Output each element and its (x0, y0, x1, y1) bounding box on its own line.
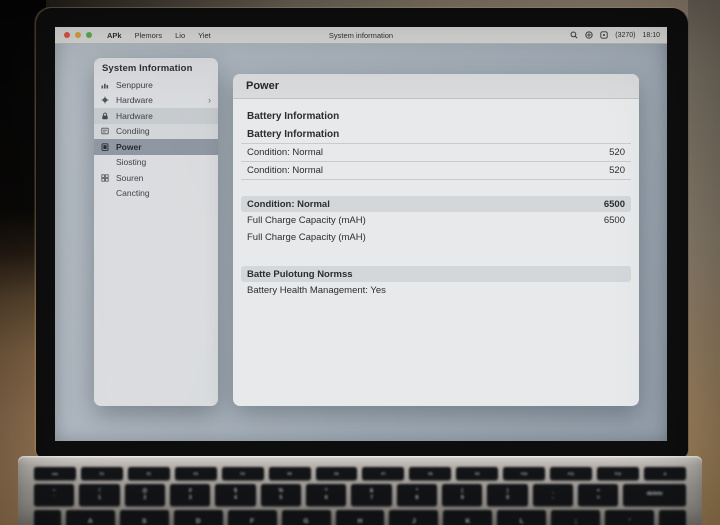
status-text[interactable]: (3270) (615, 32, 635, 39)
keyboard-key: F10 (503, 467, 545, 480)
search-icon[interactable] (570, 31, 578, 39)
keyboard-key: ! 1 (79, 484, 119, 506)
keyboard-key: delete (623, 484, 686, 506)
info-row: Battery Health Management: Yes (241, 282, 631, 299)
keyboard-key: L (497, 510, 546, 525)
sidebar-item-label: Siosting (116, 157, 146, 167)
keyboard-key: % 5 (261, 484, 301, 506)
keyboard-key (34, 510, 61, 525)
sidebar-item-label: Hardware (116, 111, 153, 121)
desktop: System Information Senppure Hardware › (55, 43, 667, 441)
keyboard-key: S (120, 510, 169, 525)
lock-icon (101, 112, 111, 120)
panel-title: Power (233, 74, 639, 99)
battery-icon (101, 143, 111, 151)
keyboard-key: F3 (175, 467, 217, 480)
laptop-photo: APk Plemors Lio Yiet System information … (0, 0, 720, 525)
keyboard-key: F (228, 510, 277, 525)
highlighted-info-row: Condition: Normal6500 (241, 196, 631, 212)
keyboard-key: F11 (550, 467, 592, 480)
keyboard-key: ^ 6 (306, 484, 346, 506)
menu-bar: APk Plemors Lio Yiet System information … (55, 27, 667, 44)
keyboard-key: ( 9 (442, 484, 482, 506)
sidebar-item-label: Condiing (116, 126, 150, 136)
system-information-sidebar: System Information Senppure Hardware › (94, 58, 218, 406)
info-row: Condition: Normal520 (241, 161, 631, 180)
sidebar-item-hardware-2[interactable]: Hardware (94, 108, 218, 124)
sidebar-item-cancting[interactable]: Cancting (94, 186, 218, 202)
keyboard-key: F2 (128, 467, 170, 480)
sidebar-item-label: Souren (116, 173, 143, 183)
laptop-base: esc F1 F2 F3 F4 F5 F6 F7 F8 F9 F10 F11 F12 ⊙ ~ `! 1 @ 2… (18, 456, 702, 525)
menu-item-2[interactable]: Yiet (198, 31, 211, 40)
keyboard-key: F9 (456, 467, 498, 480)
keyboard-key: G (282, 510, 331, 525)
info-row: Full Charge Capacity (mAH)6500 (241, 212, 631, 229)
menu-item-1[interactable]: Lio (175, 31, 185, 40)
keyboard-key: F7 (362, 467, 404, 480)
sidebar-item-hardware-1[interactable]: Hardware › (94, 93, 218, 109)
sidebar-item-condiing[interactable]: Condiing (94, 124, 218, 140)
desk-background-right (688, 0, 720, 525)
info-row: Condition: Normal520 (241, 143, 631, 161)
sidebar-item-siosting[interactable]: Siosting (94, 155, 218, 171)
menu-item-0[interactable]: Plemors (135, 31, 163, 40)
laptop-lid: APk Plemors Lio Yiet System information … (36, 8, 688, 458)
keyboard-key: A (66, 510, 115, 525)
close-window-button[interactable] (64, 32, 70, 38)
section-heading: Battery Information (241, 125, 631, 143)
keyboard-key: @ 2 (125, 484, 165, 506)
signal-bars-icon (101, 81, 111, 89)
keyboard-key: _ - (533, 484, 573, 506)
keyboard-key: ) 0 (487, 484, 527, 506)
keyboard-key: K (443, 510, 492, 525)
keyboard-key: F1 (81, 467, 123, 480)
assist-icon[interactable] (585, 31, 593, 39)
grid-icon (101, 174, 111, 182)
laptop-screen: APk Plemors Lio Yiet System information … (55, 27, 667, 441)
sidebar-item-label: Hardware (116, 95, 153, 105)
keyboard-key: + = (578, 484, 618, 506)
apple-menu[interactable]: APk (107, 31, 122, 40)
keyboard-key: H (336, 510, 385, 525)
sidebar-item-label: Power (116, 142, 142, 152)
power-panel: Power Battery Information Battery Inform… (233, 74, 639, 406)
keyboard-key: D (174, 510, 223, 525)
keyboard-key: ~ ` (34, 484, 74, 506)
minimize-window-button[interactable] (75, 32, 81, 38)
keyboard-key (659, 510, 686, 525)
gear-icon (101, 96, 111, 104)
keyboard-key: $ 4 (215, 484, 255, 506)
keyboard-key: F4 (222, 467, 264, 480)
info-row: Full Charge Capacity (mAH) (241, 229, 631, 246)
keyboard-key: J (389, 510, 438, 525)
section-heading: Battery Information (241, 107, 631, 125)
keyboard-key: # 3 (170, 484, 210, 506)
keyboard-key: * 8 (397, 484, 437, 506)
menubar-app-title: System information (329, 31, 393, 40)
chevron-right-icon: › (208, 96, 211, 105)
sidebar-item-power[interactable]: Power (94, 139, 218, 155)
keyboard-key: F6 (316, 467, 358, 480)
sidebar-item-senppure[interactable]: Senppure (94, 77, 218, 93)
clock[interactable]: 18:10 (642, 32, 660, 39)
highlighted-section-heading: Batte Pulotung Normss (241, 266, 631, 282)
keyboard-key: ' (605, 510, 654, 525)
keyboard-key: ⊙ (644, 467, 686, 480)
control-center-icon[interactable] (600, 31, 608, 39)
sidebar-item-souren[interactable]: Souren (94, 170, 218, 186)
zoom-window-button[interactable] (86, 32, 92, 38)
panel-icon (101, 127, 111, 135)
sidebar-item-label: Senppure (116, 80, 153, 90)
keyboard: esc F1 F2 F3 F4 F5 F6 F7 F8 F9 F10 F11 F12 ⊙ ~ `! 1 @ 2… (34, 467, 686, 525)
keyboard-key: F12 (597, 467, 639, 480)
keyboard-key: esc (34, 467, 76, 480)
keyboard-key: F5 (269, 467, 311, 480)
sidebar-item-label: Cancting (116, 188, 150, 198)
keyboard-key: ; (551, 510, 600, 525)
keyboard-key: F8 (409, 467, 451, 480)
sidebar-title: System Information (94, 58, 218, 77)
keyboard-key: & 7 (351, 484, 391, 506)
